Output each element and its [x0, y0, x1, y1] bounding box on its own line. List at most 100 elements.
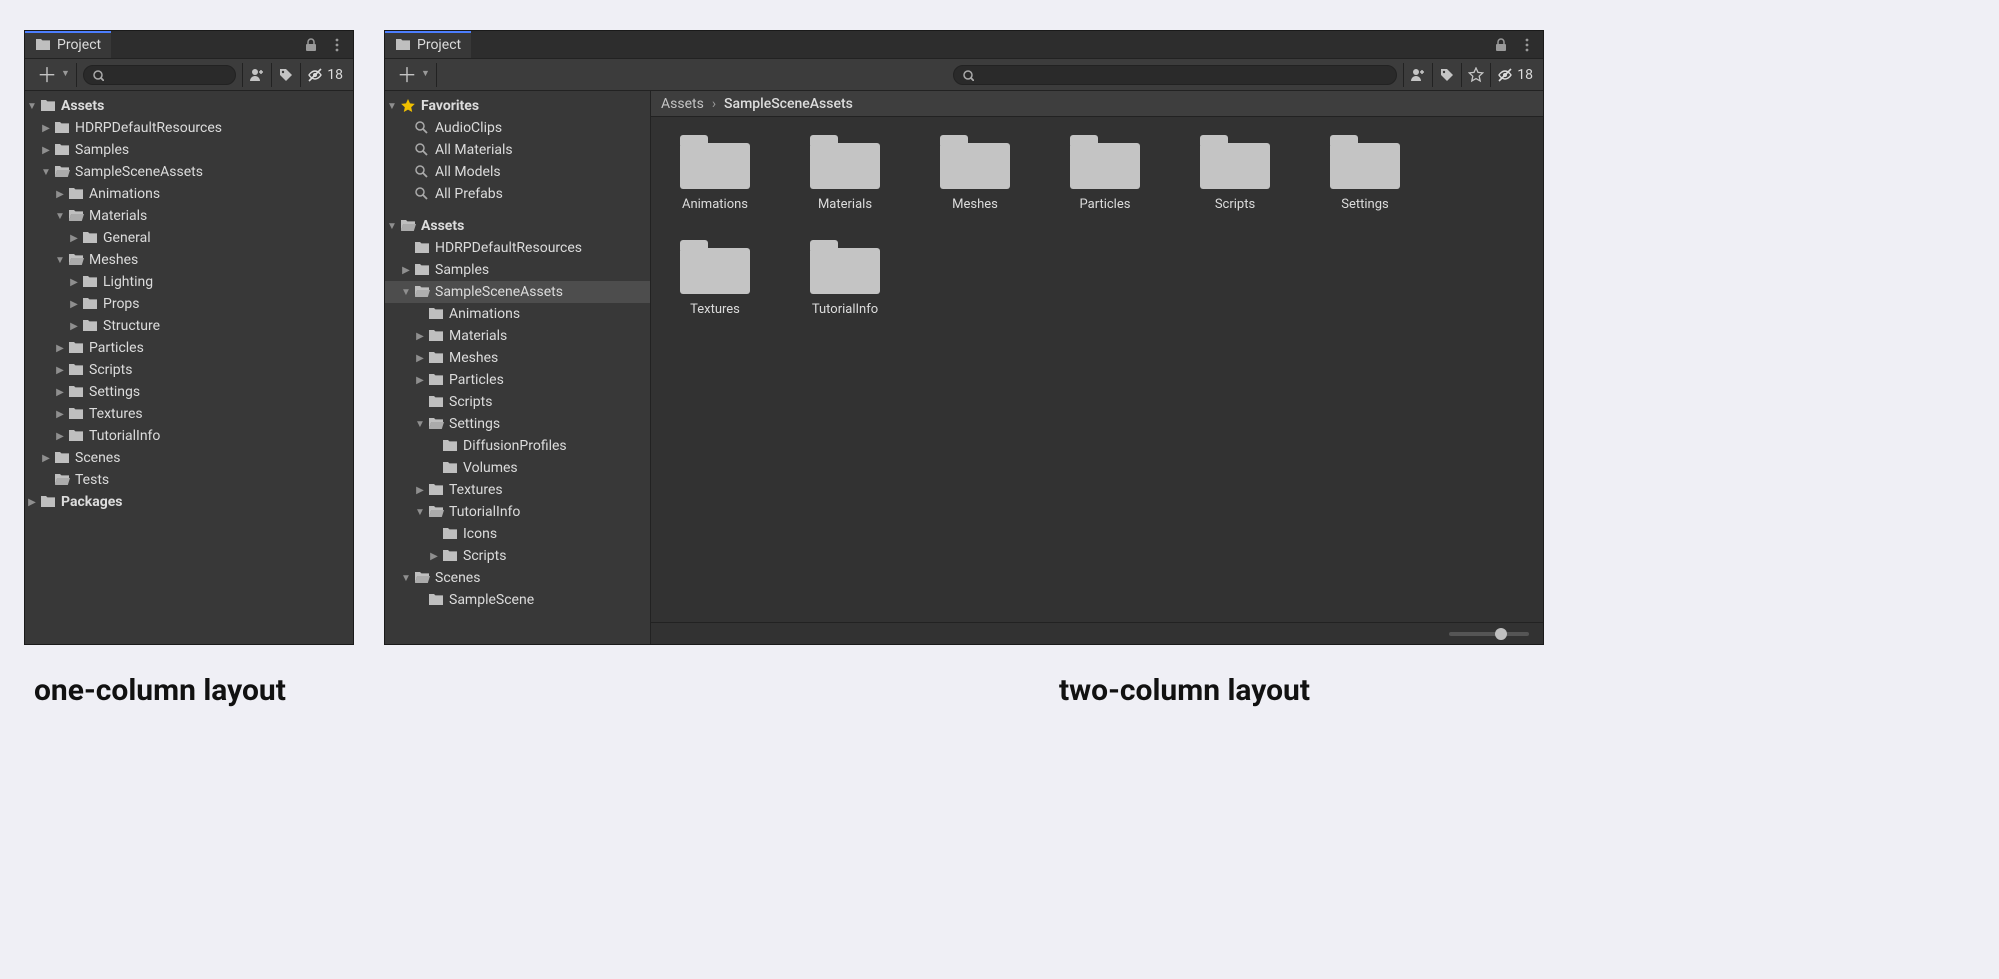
tree-row[interactable]: ▶Textures — [25, 403, 353, 425]
chevron-right-icon[interactable]: ▶ — [413, 375, 427, 386]
chevron-down-icon[interactable]: ▼ — [385, 221, 399, 232]
tree-row[interactable]: ▶Volumes — [385, 457, 650, 479]
chevron-right-icon[interactable]: ▶ — [399, 265, 413, 276]
chevron-down-icon[interactable]: ▼ — [385, 101, 399, 112]
tab-project[interactable]: Project — [25, 31, 111, 58]
asset-grid-item[interactable]: Textures — [667, 240, 763, 317]
tree-row[interactable]: ▶Props — [25, 293, 353, 315]
tree-row[interactable]: ▶Particles — [25, 337, 353, 359]
tree-row[interactable]: ▶Lighting — [25, 271, 353, 293]
tree-row[interactable]: ▶All Models — [385, 161, 650, 183]
breadcrumb-item[interactable]: SampleSceneAssets — [724, 96, 853, 112]
asset-grid-item[interactable]: Settings — [1317, 135, 1413, 212]
tree-row[interactable]: ▶Materials — [385, 325, 650, 347]
search-by-label-button[interactable] — [1432, 63, 1461, 87]
asset-grid-item[interactable]: TutorialInfo — [797, 240, 893, 317]
tree-row[interactable]: ▼SampleSceneAssets — [25, 161, 353, 183]
chevron-right-icon[interactable]: ▶ — [53, 189, 67, 200]
tree-row[interactable]: ▶Samples — [25, 139, 353, 161]
folder-tree[interactable]: ▼Assets▶HDRPDefaultResources▶Samples▼Sam… — [25, 91, 353, 517]
tree-row[interactable]: ▶TutorialInfo — [25, 425, 353, 447]
tree-row[interactable]: ▶Scripts — [385, 545, 650, 567]
asset-grid[interactable]: Animations Materials Meshes Particles Script… — [651, 117, 1543, 622]
tree-row[interactable]: ▶HDRPDefaultResources — [385, 237, 650, 259]
search-by-type-button[interactable] — [1403, 63, 1432, 87]
chevron-down-icon[interactable]: ▼ — [53, 255, 67, 266]
tree-row[interactable]: ▶Textures — [385, 479, 650, 501]
tree-row[interactable]: ▼Scenes — [385, 567, 650, 589]
tree-row[interactable]: ▶Animations — [25, 183, 353, 205]
chevron-right-icon[interactable]: ▶ — [25, 497, 39, 508]
chevron-down-icon[interactable]: ▼ — [399, 573, 413, 584]
tree-row[interactable]: ▶Scripts — [25, 359, 353, 381]
tree-row[interactable]: ▶HDRPDefaultResources — [25, 117, 353, 139]
chevron-right-icon[interactable]: ▶ — [413, 353, 427, 364]
tree-row[interactable]: ▶SampleScene — [385, 589, 650, 611]
tree-row[interactable]: ▶Particles — [385, 369, 650, 391]
tree-row[interactable]: ▶Animations — [385, 303, 650, 325]
tree-row[interactable]: ▶Scenes — [25, 447, 353, 469]
tree-row[interactable]: ▶Meshes — [385, 347, 650, 369]
tree-row[interactable]: ▼Settings — [385, 413, 650, 435]
search-by-type-button[interactable] — [242, 63, 271, 87]
chevron-right-icon[interactable]: ▶ — [39, 453, 53, 464]
chevron-right-icon[interactable]: ▶ — [53, 409, 67, 420]
hidden-items-toggle[interactable]: 18 — [1490, 63, 1539, 87]
tree-row[interactable]: ▶Scripts — [385, 391, 650, 413]
chevron-right-icon[interactable]: ▶ — [67, 277, 81, 288]
lock-icon[interactable] — [303, 37, 319, 53]
tree-row[interactable]: ▶DiffusionProfiles — [385, 435, 650, 457]
tree-row[interactable]: ▶Tests — [25, 469, 353, 491]
chevron-right-icon[interactable]: ▶ — [427, 551, 441, 562]
save-search-button[interactable] — [1461, 63, 1490, 87]
tree-row[interactable]: ▶Packages — [25, 491, 353, 513]
tree-row[interactable]: ▼SampleSceneAssets — [385, 281, 650, 303]
asset-grid-item[interactable]: Scripts — [1187, 135, 1283, 212]
chevron-right-icon[interactable]: ▶ — [67, 233, 81, 244]
tree-row[interactable]: ▶AudioClips — [385, 117, 650, 139]
asset-grid-item[interactable]: Animations — [667, 135, 763, 212]
tree-row[interactable]: ▶General — [25, 227, 353, 249]
chevron-down-icon[interactable]: ▼ — [413, 507, 427, 518]
tree-row[interactable]: ▶Icons — [385, 523, 650, 545]
chevron-right-icon[interactable]: ▶ — [67, 299, 81, 310]
tree-row[interactable]: ▶All Prefabs — [385, 183, 650, 205]
tree-row[interactable]: ▼Meshes — [25, 249, 353, 271]
more-icon[interactable] — [1519, 37, 1535, 53]
tab-project[interactable]: Project — [385, 31, 471, 58]
tree-row[interactable]: ▶All Materials — [385, 139, 650, 161]
add-button[interactable]: ＋▼ — [29, 63, 77, 87]
tree-row[interactable]: ▶Structure — [25, 315, 353, 337]
chevron-right-icon[interactable]: ▶ — [53, 365, 67, 376]
chevron-right-icon[interactable]: ▶ — [53, 343, 67, 354]
tree-row[interactable]: ▼Materials — [25, 205, 353, 227]
folder-tree[interactable]: ▼Favorites▶AudioClips▶All Materials▶All … — [385, 91, 650, 615]
breadcrumb[interactable]: Assets›SampleSceneAssets — [651, 91, 1543, 117]
search-input[interactable] — [83, 65, 236, 85]
breadcrumb-item[interactable]: Assets — [661, 96, 704, 112]
tree-row[interactable]: ▶Settings — [25, 381, 353, 403]
tree-row[interactable]: ▼TutorialInfo — [385, 501, 650, 523]
chevron-down-icon[interactable]: ▼ — [53, 211, 67, 222]
add-button[interactable]: ＋▼ — [389, 63, 437, 87]
search-input[interactable] — [953, 65, 1397, 85]
chevron-right-icon[interactable]: ▶ — [413, 331, 427, 342]
chevron-right-icon[interactable]: ▶ — [39, 145, 53, 156]
tree-row[interactable]: ▼Favorites — [385, 95, 650, 117]
thumbnail-size-slider[interactable] — [1449, 632, 1529, 636]
lock-icon[interactable] — [1493, 37, 1509, 53]
tree-row[interactable]: ▼Assets — [385, 215, 650, 237]
tree-row[interactable]: ▼Assets — [25, 95, 353, 117]
chevron-down-icon[interactable]: ▼ — [413, 419, 427, 430]
search-by-label-button[interactable] — [271, 63, 300, 87]
asset-grid-item[interactable]: Particles — [1057, 135, 1153, 212]
chevron-right-icon[interactable]: ▶ — [53, 387, 67, 398]
asset-grid-item[interactable]: Meshes — [927, 135, 1023, 212]
chevron-down-icon[interactable]: ▼ — [399, 287, 413, 298]
asset-grid-item[interactable]: Materials — [797, 135, 893, 212]
chevron-down-icon[interactable]: ▼ — [25, 101, 39, 112]
chevron-down-icon[interactable]: ▼ — [39, 167, 53, 178]
hidden-items-toggle[interactable]: 18 — [300, 63, 349, 87]
chevron-right-icon[interactable]: ▶ — [413, 485, 427, 496]
chevron-right-icon[interactable]: ▶ — [67, 321, 81, 332]
